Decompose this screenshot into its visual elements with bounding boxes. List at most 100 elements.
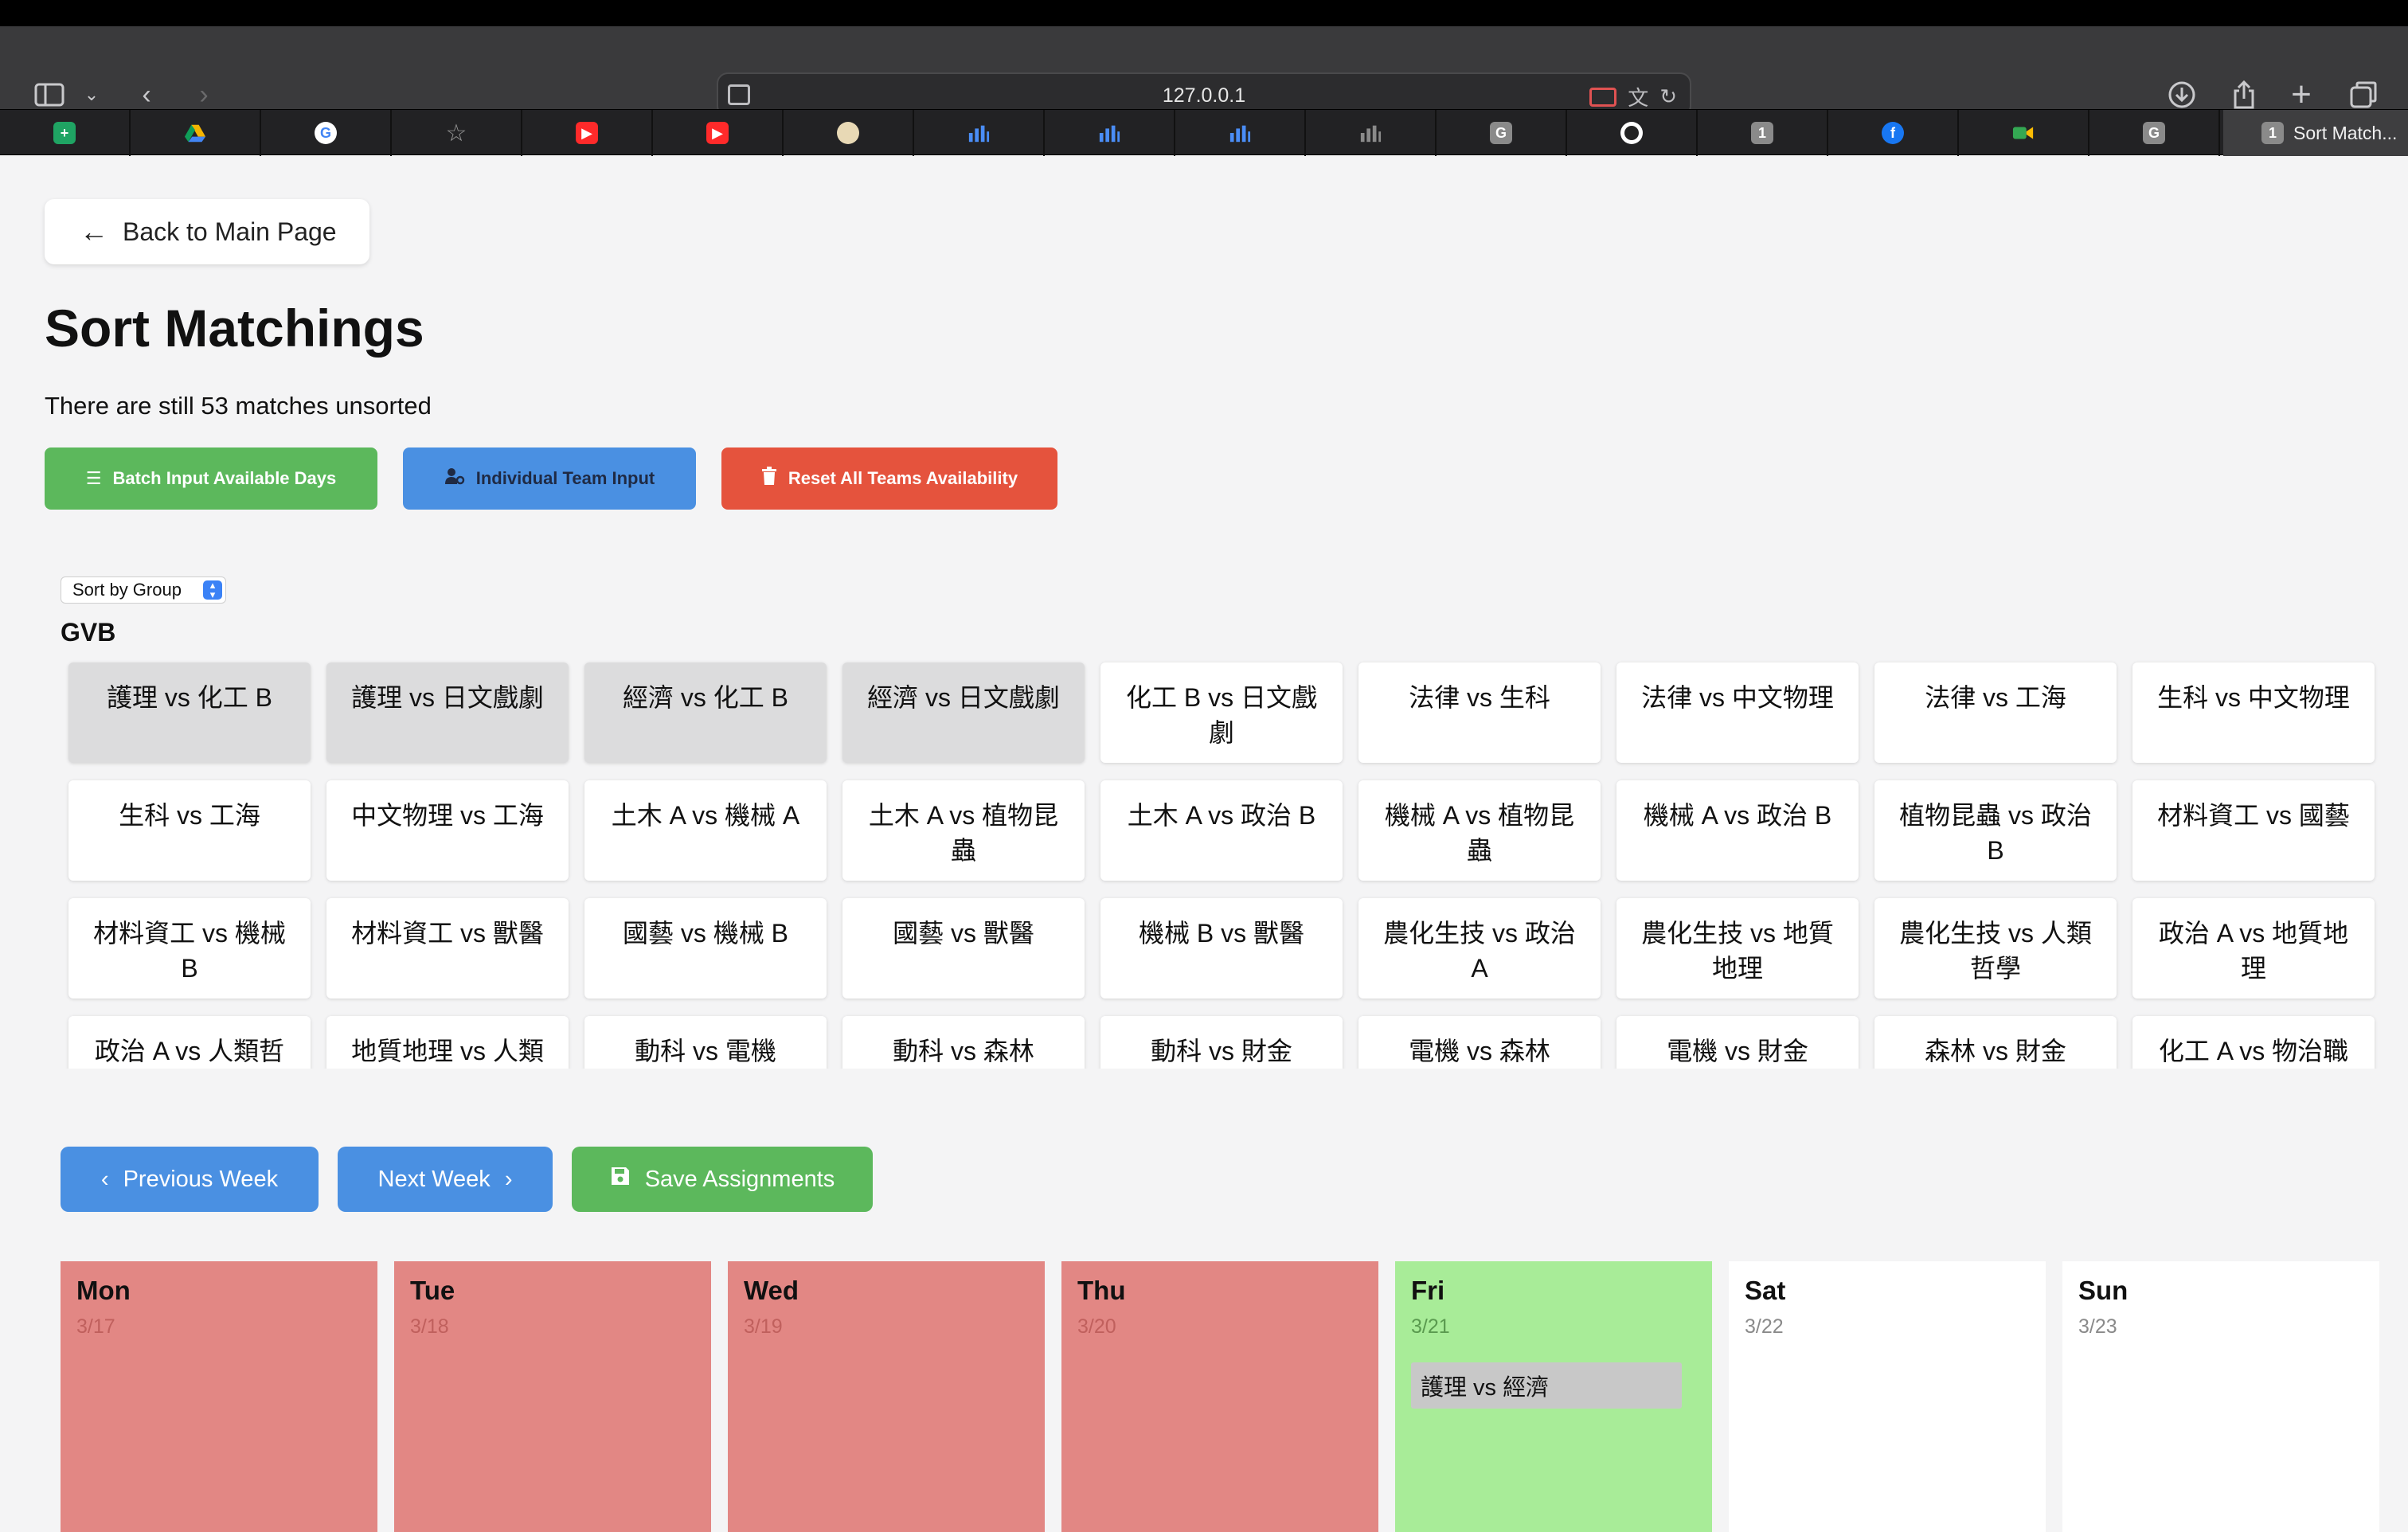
match-card[interactable]: 化工 B vs 日文戲劇 xyxy=(1100,662,1343,763)
day-column-mon[interactable]: Mon 3/17 xyxy=(61,1261,377,1532)
analytics-icon xyxy=(968,122,990,144)
match-card[interactable]: 機械 B vs 獸醫 xyxy=(1100,898,1343,999)
browser-tab[interactable] xyxy=(914,110,1045,156)
page-title: Sort Matchings xyxy=(45,299,424,358)
reset-availability-button[interactable]: Reset All Teams Availability xyxy=(721,447,1057,510)
match-card[interactable]: 土木 A vs 政治 B xyxy=(1100,780,1343,881)
screen-record-icon[interactable] xyxy=(1589,87,1617,107)
browser-tab[interactable]: + xyxy=(0,110,131,156)
browser-tab[interactable]: G xyxy=(2089,110,2220,156)
match-card[interactable]: 材料資工 vs 國藝 xyxy=(2132,780,2375,881)
match-card[interactable]: 機械 A vs 政治 B xyxy=(1616,780,1859,881)
day-column-tue[interactable]: Tue 3/18 xyxy=(394,1261,711,1532)
select-arrows-icon: ▴ ▾ xyxy=(203,580,222,600)
match-card[interactable]: 農化生技 vs 人類哲學 xyxy=(1874,898,2117,999)
match-card[interactable]: 護理 vs 化工 B xyxy=(68,662,311,763)
match-card[interactable]: 農化生技 vs 政治 A xyxy=(1358,898,1601,999)
day-column-fri[interactable]: Fri 3/21 護理 vs 經濟 xyxy=(1395,1261,1712,1532)
browser-tab-active[interactable]: 1 Sort Match... xyxy=(2223,110,2408,156)
reload-icon[interactable]: ↻ xyxy=(1659,84,1677,109)
browser-tab[interactable] xyxy=(784,110,914,156)
url-text: 127.0.0.1 xyxy=(1162,84,1246,107)
browser-tab[interactable]: 1 xyxy=(1698,110,1828,156)
match-card[interactable]: 電機 vs 財金 xyxy=(1616,1016,1859,1069)
next-week-button[interactable]: Next Week › xyxy=(338,1147,553,1212)
day-date: 3/20 xyxy=(1077,1315,1116,1338)
browser-tab[interactable]: G xyxy=(1437,110,1567,156)
previous-week-button[interactable]: ‹ Previous Week xyxy=(61,1147,319,1212)
day-column-sun[interactable]: Sun 3/23 xyxy=(2062,1261,2379,1532)
match-card[interactable]: 動科 vs 電機 xyxy=(584,1016,827,1069)
browser-tab[interactable] xyxy=(1567,110,1698,156)
browser-tab[interactable]: ☆ xyxy=(392,110,522,156)
match-card[interactable]: 國藝 vs 獸醫 xyxy=(842,898,1085,999)
match-card[interactable]: 材料資工 vs 獸醫 xyxy=(326,898,569,999)
day-column-thu[interactable]: Thu 3/20 xyxy=(1061,1261,1378,1532)
browser-tab[interactable] xyxy=(1175,110,1306,156)
assigned-match[interactable]: 護理 vs 經濟 xyxy=(1411,1362,1682,1409)
sheets-icon: + xyxy=(53,122,76,144)
forward-nav-icon[interactable]: › xyxy=(191,77,217,112)
youtube-icon: ▶ xyxy=(706,122,729,144)
match-card[interactable]: 國藝 vs 機械 B xyxy=(584,898,827,999)
browser-tab[interactable] xyxy=(131,110,261,156)
sidebar-toggle-icon[interactable] xyxy=(32,77,67,112)
match-card[interactable]: 土木 A vs 機械 A xyxy=(584,780,827,881)
day-column-sat[interactable]: Sat 3/22 xyxy=(1729,1261,2046,1532)
browser-tab[interactable]: ▶ xyxy=(522,110,653,156)
match-card[interactable]: 材料資工 vs 機械 B xyxy=(68,898,311,999)
match-card[interactable]: 植物昆蟲 vs 政治 B xyxy=(1874,780,2117,881)
download-icon[interactable] xyxy=(2166,77,2198,112)
match-card[interactable]: 法律 vs 工海 xyxy=(1874,662,2117,763)
match-list-scroll-area[interactable]: 護理 vs 化工 B 護理 vs 日文戲劇 經濟 vs 化工 B 經濟 vs 日文戲劇… xyxy=(61,659,2386,1069)
match-card[interactable]: 地質地理 vs 人類 xyxy=(326,1016,569,1069)
match-card[interactable]: 法律 vs 生科 xyxy=(1358,662,1601,763)
match-card[interactable]: 生科 vs 中文物理 xyxy=(2132,662,2375,763)
day-name: Sun xyxy=(2078,1276,2128,1305)
match-card[interactable]: 森林 vs 財金 xyxy=(1874,1016,2117,1069)
match-card[interactable]: 護理 vs 日文戲劇 xyxy=(326,662,569,763)
match-card[interactable]: 經濟 vs 化工 B xyxy=(584,662,827,763)
match-card[interactable]: 化工 A vs 物治職 xyxy=(2132,1016,2375,1069)
drive-icon xyxy=(184,122,206,144)
save-icon xyxy=(610,1166,631,1193)
seal-icon xyxy=(837,122,859,144)
match-card[interactable]: 政治 A vs 人類哲 xyxy=(68,1016,311,1069)
day-column-wed[interactable]: Wed 3/19 xyxy=(728,1261,1045,1532)
sort-select[interactable]: Sort by Group ▴ ▾ xyxy=(61,576,226,604)
match-card[interactable]: 法律 vs 中文物理 xyxy=(1616,662,1859,763)
share-icon[interactable] xyxy=(2230,77,2258,112)
back-nav-icon[interactable]: ‹ xyxy=(134,77,159,112)
new-tab-icon[interactable]: + xyxy=(2287,77,2316,112)
next-week-label: Next Week xyxy=(377,1166,491,1192)
meet-icon xyxy=(2012,122,2035,144)
match-card[interactable]: 中文物理 vs 工海 xyxy=(326,780,569,881)
tab-overview-icon[interactable] xyxy=(2347,77,2379,112)
match-card[interactable]: 生科 vs 工海 xyxy=(68,780,311,881)
translate-icon[interactable]: 文 xyxy=(1628,82,1648,111)
facebook-icon: f xyxy=(1882,122,1904,144)
match-card[interactable]: 農化生技 vs 地質地理 xyxy=(1616,898,1859,999)
browser-tab[interactable]: G xyxy=(261,110,392,156)
browser-tab[interactable] xyxy=(1959,110,2089,156)
back-to-main-button[interactable]: ← Back to Main Page xyxy=(45,199,369,264)
individual-team-input-button[interactable]: Individual Team Input xyxy=(403,447,696,510)
letter-g-icon: G xyxy=(1490,122,1512,144)
browser-tab[interactable] xyxy=(1306,110,1437,156)
browser-tab[interactable]: ▶ xyxy=(653,110,784,156)
match-grid: 護理 vs 化工 B 護理 vs 日文戲劇 經濟 vs 化工 B 經濟 vs 日文戲劇… xyxy=(61,659,2386,1069)
match-card[interactable]: 機械 A vs 植物昆蟲 xyxy=(1358,780,1601,881)
match-card[interactable]: 電機 vs 森林 xyxy=(1358,1016,1601,1069)
match-card[interactable]: 經濟 vs 日文戲劇 xyxy=(842,662,1085,763)
match-card[interactable]: 土木 A vs 植物昆蟲 xyxy=(842,780,1085,881)
match-card[interactable]: 動科 vs 森林 xyxy=(842,1016,1085,1069)
browser-tab[interactable]: f xyxy=(1828,110,1959,156)
chevron-down-icon[interactable]: ⌄ xyxy=(81,77,102,112)
batch-input-button[interactable]: ☰ Batch Input Available Days xyxy=(45,447,377,510)
individual-team-input-label: Individual Team Input xyxy=(475,468,655,488)
match-card[interactable]: 動科 vs 財金 xyxy=(1100,1016,1343,1069)
analytics-icon xyxy=(1098,122,1120,144)
match-card[interactable]: 政治 A vs 地質地理 xyxy=(2132,898,2375,999)
browser-tab[interactable] xyxy=(1045,110,1175,156)
save-assignments-button[interactable]: Save Assignments xyxy=(572,1147,873,1212)
